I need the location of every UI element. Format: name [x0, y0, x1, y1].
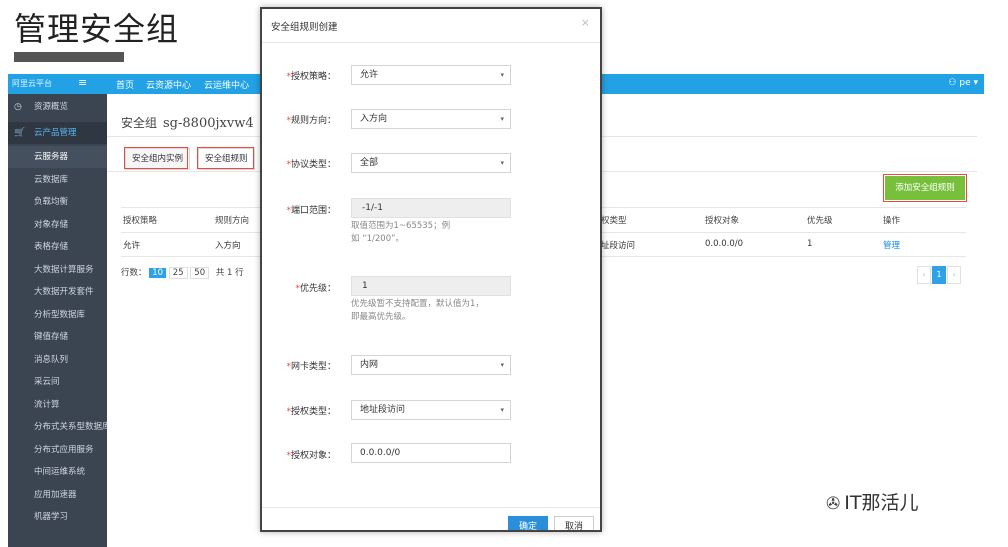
sidebar-item-pai[interactable]: 机器学习 — [8, 506, 107, 528]
page-size-label: 行数： — [121, 268, 147, 278]
priority-label: *优先级： — [295, 284, 336, 294]
chevron-down-icon: ▾ — [500, 159, 504, 167]
sidebar-item-label: 资源概览 — [34, 102, 69, 112]
breadcrumb-label: 安全组 — [121, 116, 158, 130]
nav-resource-center[interactable]: 云资源中心 — [146, 78, 191, 91]
auth-type-select[interactable]: 地址段访问 ▾ — [351, 400, 511, 420]
sidebar-item-rds[interactable]: 云数据库 — [8, 169, 107, 191]
brand-logo: 阿里云平台 — [12, 79, 52, 88]
nav-ops-center[interactable]: 云运维中心 — [204, 78, 249, 91]
col-header-policy: 授权策略 — [123, 216, 158, 226]
policy-select[interactable]: 允许 ▾ — [351, 65, 511, 85]
cart-icon: 🛒 — [14, 128, 26, 138]
sidebar-item-overview[interactable]: ◷ 资源概览 — [8, 96, 107, 118]
cell-auth-type: 址段访问 — [601, 241, 636, 251]
sidebar-item-middleware-ops[interactable]: 中间运维系统 — [8, 461, 107, 483]
breadcrumb: 安全组 sg-8800jxvw4 — [121, 114, 254, 131]
manage-link[interactable]: 管理 — [883, 239, 900, 251]
sidebar-item-ots[interactable]: 表格存储 — [8, 236, 107, 258]
col-header-actions: 操作 — [883, 216, 901, 226]
sidebar-item-edas[interactable]: 分布式应用服务 — [8, 439, 107, 461]
close-icon[interactable]: × — [581, 16, 590, 29]
sidebar-item-slb[interactable]: 负载均衡 — [8, 191, 107, 213]
highlight-box — [197, 147, 254, 169]
page-size-25[interactable]: 25 — [168, 267, 188, 279]
col-header-auth-type: 权类型 — [601, 216, 627, 226]
col-header-direction: 规则方向 — [215, 216, 250, 226]
page-size-10[interactable]: 10 — [149, 268, 167, 278]
clock-icon: ◷ — [14, 102, 22, 112]
user-icon: ⚇ — [948, 78, 957, 88]
sidebar: ◷ 资源概览 🛒 云产品管理 云服务器 云数据库 负载均衡 对象存储 表格存储 大数… — [8, 94, 107, 547]
slide-title: 管理安全组 — [14, 10, 180, 48]
col-header-auth-object: 授权对象 — [705, 216, 740, 226]
security-group-id: sg-8800jxvw4 — [163, 116, 254, 131]
chevron-down-icon: ▾ — [500, 71, 504, 79]
sidebar-section-products[interactable]: 🛒 云产品管理 — [8, 122, 107, 144]
sidebar-item-dide[interactable]: 大数据开发套件 — [8, 281, 107, 303]
nic-select[interactable]: 内网 ▾ — [351, 355, 511, 375]
divider — [262, 42, 600, 43]
sidebar-item-ecs[interactable]: 云服务器 — [8, 146, 107, 168]
protocol-select[interactable]: 全部 ▾ — [351, 153, 511, 173]
auth-object-input[interactable]: 0.0.0.0/0 — [351, 443, 511, 463]
menu-toggle-icon[interactable]: ≡ — [78, 76, 87, 89]
chevron-down-icon: ▾ — [500, 406, 504, 414]
cell-direction: 入方向 — [215, 241, 241, 251]
sidebar-item-oss[interactable]: 对象存储 — [8, 214, 107, 236]
nic-label: *网卡类型： — [286, 362, 336, 372]
wechat-icon: ✇ — [826, 494, 841, 514]
chevron-down-icon: ▾ — [500, 115, 504, 123]
nav-home[interactable]: 首页 — [116, 78, 134, 91]
sidebar-item-mq[interactable]: 消息队列 — [8, 349, 107, 371]
sidebar-item-caiyunjian[interactable]: 采云间 — [8, 371, 107, 393]
auth-object-label: *授权对象： — [286, 451, 336, 461]
chevron-down-icon: ▾ — [500, 361, 504, 369]
highlight-box — [883, 174, 967, 202]
sidebar-item-streamcompute[interactable]: 流计算 — [8, 394, 107, 416]
cell-auth-object: 0.0.0.0/0 — [705, 239, 744, 249]
sidebar-item-drds[interactable]: 分布式关系型数据库 — [8, 416, 107, 438]
divider — [262, 507, 600, 508]
priority-input[interactable]: 1 — [351, 276, 511, 296]
sidebar-item-odps[interactable]: 大数据计算服务 — [8, 259, 107, 281]
user-name: pe — [959, 78, 971, 88]
policy-label: *授权策略： — [286, 72, 336, 82]
auth-type-label: *授权类型： — [286, 407, 336, 417]
direction-select[interactable]: 入方向 ▾ — [351, 109, 511, 129]
port-hint: 取值范围为1~65535；例如 “1/200”。 — [351, 221, 451, 244]
cancel-button[interactable]: 取消 — [554, 516, 594, 530]
dialog-title: 安全组规则创建 — [271, 22, 338, 33]
priority-hint: 优先级暂不支持配置，默认值为1， 即最高优先级。 — [351, 299, 484, 322]
highlight-box — [124, 147, 188, 169]
sidebar-item-kvstore[interactable]: 键值存储 — [8, 326, 107, 348]
port-label: *端口范围： — [286, 206, 336, 216]
next-page-button[interactable]: › — [947, 266, 961, 284]
sidebar-item-ads[interactable]: 分析型数据库 — [8, 304, 107, 326]
create-rule-dialog: 安全组规则创建 × *授权策略： 允许 ▾ *规则方向： 入方向 ▾ *协议类型： … — [260, 7, 602, 532]
row-total: 共 1 行 — [215, 268, 244, 278]
watermark-text: IT那活儿 — [844, 492, 919, 514]
prev-page-button[interactable]: ‹ — [917, 266, 931, 284]
user-menu[interactable]: ⚇ pe ▾ — [948, 78, 978, 88]
page-1-button[interactable]: 1 — [932, 266, 946, 284]
title-underline-bar — [14, 52, 124, 62]
sidebar-item-accelerator[interactable]: 应用加速器 — [8, 484, 107, 506]
direction-label: *规则方向： — [286, 116, 336, 126]
page-size-selector: 行数： 10 25 50 共 1 行 — [121, 266, 244, 279]
watermark: ✇ IT那活儿 — [826, 488, 918, 515]
cell-policy: 允许 — [123, 241, 141, 251]
sidebar-item-label: 云产品管理 — [34, 128, 77, 138]
port-range-input[interactable]: -1/-1 — [351, 198, 511, 218]
confirm-button[interactable]: 确定 — [508, 516, 548, 530]
page-size-50[interactable]: 50 — [190, 267, 210, 279]
protocol-label: *协议类型： — [286, 160, 336, 170]
col-header-priority: 优先级 — [807, 216, 833, 226]
cell-priority: 1 — [807, 239, 813, 249]
